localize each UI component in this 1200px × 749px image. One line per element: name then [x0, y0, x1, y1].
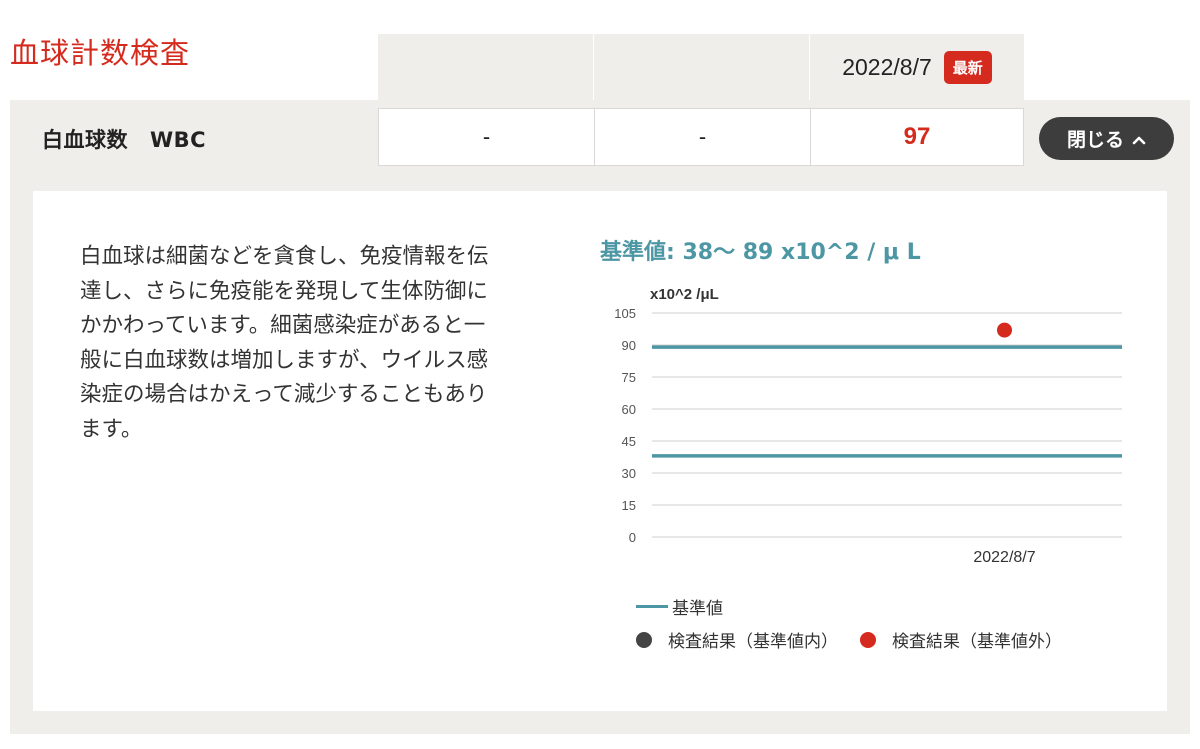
header-cell-empty-2: [594, 34, 810, 100]
header-cell-empty-1: [378, 34, 594, 100]
test-item-label: 白血球数 WBC: [42, 124, 206, 154]
legend-results: 検査結果（基準値内） 検査結果（基準値外）: [636, 627, 1062, 652]
date-header-cell: 2022/8/7 最新: [810, 34, 1024, 100]
description-line: ます。: [80, 416, 143, 442]
y-tick-label: 60: [622, 402, 636, 417]
legend-in-range-label: 検査結果（基準値内）: [668, 632, 838, 652]
data-point: [997, 322, 1012, 338]
y-axis-unit-label: x10^2 /μL: [650, 286, 719, 303]
legend-in-range-dot: [636, 631, 652, 648]
y-tick-label: 15: [622, 498, 636, 513]
exam-date: 2022/8/7: [842, 53, 932, 80]
close-button[interactable]: 閉じる: [1039, 117, 1174, 160]
y-tick-label: 45: [622, 434, 636, 449]
y-tick-label: 90: [622, 338, 636, 353]
test-description: 白血球は細菌などを貪食し、免疫情報を伝 達し、さらに免疫能を発現して生体防御に …: [80, 240, 545, 447]
value-cell-2: -: [594, 108, 811, 166]
description-line: 般に白血球数は増加しますが、ウイルス感: [80, 347, 489, 373]
legend-reference-line: [636, 605, 668, 608]
legend-out-range-label: 検査結果（基準値外）: [892, 632, 1062, 652]
description-line: 染症の場合はかえって減少することもあり: [80, 382, 488, 407]
description-line: 白血球は細菌などを貪食し、免疫情報を伝: [80, 244, 489, 269]
latest-badge: 最新: [943, 50, 992, 84]
close-button-label: 閉じる: [1066, 129, 1124, 151]
y-tick-label: 105: [614, 306, 636, 321]
value-cell-latest: 97: [810, 108, 1024, 166]
test-item-name-ja: 白血球数: [42, 128, 128, 152]
value-cell-1: -: [378, 108, 595, 166]
legend-out-range-dot: [860, 631, 876, 648]
y-tick-label: 75: [622, 370, 636, 385]
y-tick-label: 0: [629, 530, 636, 545]
legend-reference-label: 基準値: [672, 599, 723, 619]
chevron-up-icon: [1132, 128, 1146, 150]
reference-range-title: 基準値: 38〜 89 x10^2 / μ L: [600, 240, 921, 265]
x-tick-label: 2022/8/7: [973, 549, 1035, 566]
y-tick-label: 30: [622, 466, 636, 481]
description-line: かかわっています。細菌感染症があると一: [80, 313, 486, 338]
section-title: 血球計数検査: [10, 36, 191, 70]
description-line: 達し、さらに免疫能を発現して生体防御に: [80, 278, 488, 304]
test-item-name-en: WBC: [150, 128, 207, 152]
wbc-chart: x10^2 /μL 0 15 30 45 60 75 90 105 2022/8/7: [614, 286, 1122, 566]
legend-reference: 基準値: [636, 594, 723, 619]
